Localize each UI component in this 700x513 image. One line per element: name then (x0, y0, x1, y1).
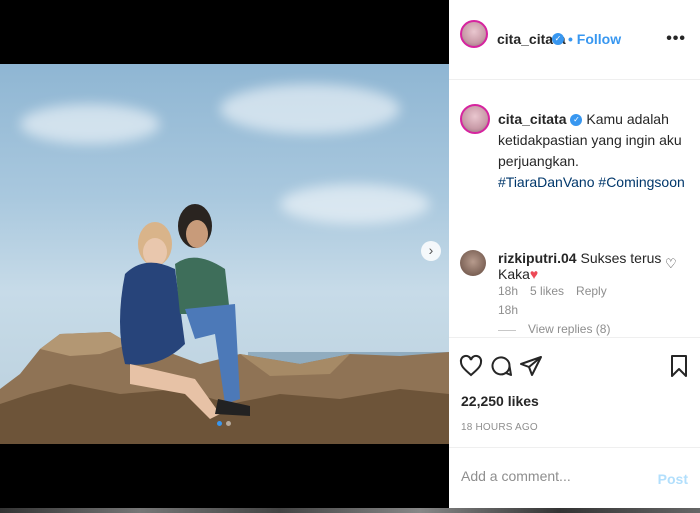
commenter-username[interactable]: rizkiputri.04 (498, 250, 577, 266)
carousel-indicator (217, 421, 231, 426)
bookmark-icon[interactable] (667, 354, 691, 378)
caption-username[interactable]: cita_citata (498, 111, 566, 127)
comment-icon[interactable] (489, 354, 513, 378)
post-photo[interactable] (0, 64, 449, 444)
view-replies-label: View replies (8) (528, 322, 611, 336)
separator: • (568, 31, 573, 47)
hashtag-link[interactable]: #TiaraDanVano (498, 174, 595, 190)
follow-button[interactable]: • Follow (568, 31, 621, 47)
post-header: cita_citata ✓ • Follow ••• (449, 0, 700, 80)
heart-icon[interactable] (459, 354, 483, 378)
post-actions: 22,250 likes 18 HOURS AGO (449, 337, 700, 447)
comment-meta: 18h 5 likes Reply (498, 284, 607, 298)
add-comment-bar: Post (449, 447, 700, 508)
chevron-right-icon: › (428, 242, 434, 258)
comment-likes-count[interactable]: 5 likes (530, 284, 564, 298)
couple-figure (120, 204, 250, 419)
caption-text: cita_citata ✓ Kamu adalah ketidakpastian … (498, 109, 688, 193)
commenter-avatar[interactable] (460, 250, 486, 276)
likes-count[interactable]: 22,250 likes (461, 393, 539, 409)
next-photo-button[interactable]: › (421, 241, 441, 261)
comment-input[interactable] (461, 468, 651, 484)
caption-author-avatar[interactable] (460, 104, 490, 134)
carousel-dot-active (217, 421, 222, 426)
carousel-dot (226, 421, 231, 426)
caption-timestamp: 18h (498, 303, 519, 317)
share-icon[interactable] (519, 354, 543, 378)
comment-reply-button[interactable]: Reply (576, 284, 607, 298)
view-replies-button[interactable]: View replies (8) (498, 322, 610, 336)
background-strip (0, 508, 700, 513)
comment-timestamp: 18h (498, 284, 519, 298)
hashtag-link[interactable]: #Comingsoon (598, 174, 684, 190)
author-avatar[interactable] (460, 20, 488, 48)
more-options-icon[interactable]: ••• (666, 30, 686, 48)
heart-emoji-icon: ♥ (529, 266, 539, 282)
comment-like-icon[interactable]: ♡ (665, 256, 677, 272)
post-timestamp: 18 HOURS AGO (461, 422, 538, 433)
caption-verified-badge-icon: ✓ (570, 114, 583, 127)
follow-label: Follow (576, 31, 622, 47)
post-sidebar: cita_citata ✓ • Follow ••• cita_citata ✓ … (449, 0, 700, 508)
verified-badge-icon: ✓ (552, 33, 564, 45)
post-media-panel: › (0, 0, 449, 513)
post-comment-button[interactable]: Post (658, 471, 688, 487)
